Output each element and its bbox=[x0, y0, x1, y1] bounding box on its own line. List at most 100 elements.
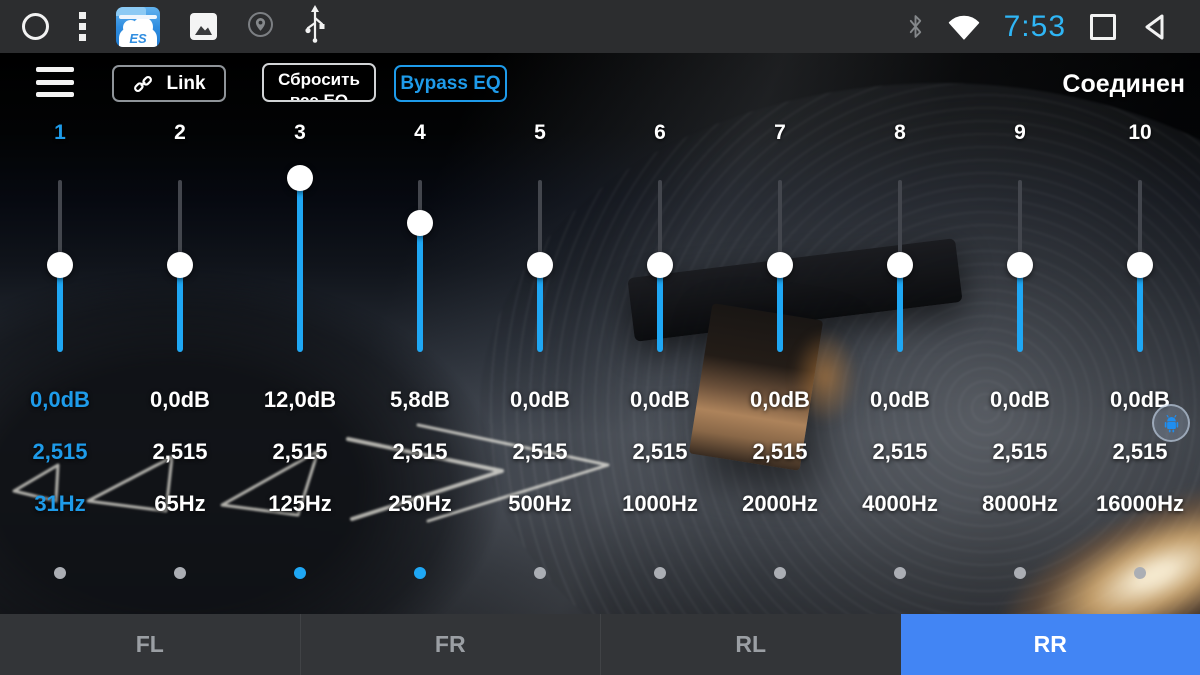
slider-thumb[interactable] bbox=[527, 252, 553, 278]
channel-tab-fr[interactable]: FR bbox=[299, 614, 601, 675]
slider-fill bbox=[1017, 265, 1023, 352]
band-number: 10 bbox=[1128, 121, 1152, 144]
band-gain-value: 5,8dB bbox=[390, 387, 450, 412]
recents-icon[interactable] bbox=[1090, 13, 1116, 40]
band-q-value: 2,515 bbox=[272, 439, 328, 464]
reset-eq-button-label: Сбросить все EQ bbox=[278, 70, 360, 102]
band-slider[interactable] bbox=[407, 180, 433, 352]
band-number: 2 bbox=[174, 121, 186, 144]
usb-icon[interactable] bbox=[304, 3, 326, 50]
band-freq-label: 1000Hz bbox=[622, 491, 698, 516]
slider-thumb[interactable] bbox=[407, 209, 433, 236]
band-slider[interactable] bbox=[1127, 180, 1153, 352]
eq-band: 4 5,8dB 2,515 250Hz bbox=[360, 53, 480, 614]
slider-thumb[interactable] bbox=[1127, 252, 1153, 278]
link-chain-icon bbox=[134, 75, 153, 92]
band-q-value: 2,515 bbox=[152, 439, 208, 464]
band-slider[interactable] bbox=[887, 180, 913, 352]
band-gain-value: 0,0dB bbox=[30, 387, 90, 412]
overflow-icon[interactable] bbox=[79, 12, 86, 41]
es-file-explorer-icon[interactable]: ES bbox=[116, 6, 160, 47]
wifi-icon bbox=[948, 15, 979, 40]
band-q-value: 2,515 bbox=[392, 439, 448, 464]
band-q-value: 2,515 bbox=[1112, 439, 1168, 464]
band-gain-value: 12,0dB bbox=[263, 387, 337, 412]
link-button-label: Link bbox=[166, 72, 206, 94]
slider-thumb[interactable] bbox=[167, 252, 193, 278]
eq-band: 6 0,0dB 2,515 1000Hz bbox=[600, 53, 720, 614]
equalizer-screen: ES 7:53 Link Сбросить все EQ Bypass EQ С… bbox=[0, 0, 1200, 675]
slider-thumb[interactable] bbox=[887, 252, 913, 278]
band-gain-value: 0,0dB bbox=[510, 387, 570, 412]
band-freq-label: 500Hz bbox=[508, 491, 572, 516]
band-number: 9 bbox=[1014, 121, 1026, 144]
band-slider[interactable] bbox=[287, 165, 313, 352]
device-policy-icon[interactable] bbox=[247, 11, 274, 43]
band-freq-label: 16000Hz bbox=[1095, 491, 1185, 516]
slider-fill bbox=[657, 265, 663, 352]
band-dot bbox=[54, 567, 66, 579]
slider-thumb[interactable] bbox=[647, 252, 673, 278]
eq-band: 8 0,0dB 2,515 4000Hz bbox=[840, 53, 960, 614]
band-number: 3 bbox=[294, 121, 306, 144]
bypass-eq-button-label: Bypass EQ bbox=[400, 72, 501, 94]
slider-fill bbox=[537, 265, 543, 352]
back-icon[interactable] bbox=[1140, 12, 1170, 42]
slider-fill bbox=[177, 265, 183, 352]
eq-band: 5 0,0dB 2,515 500Hz bbox=[480, 53, 600, 614]
eq-band: 1 0,0dB 2,515 31Hz bbox=[0, 53, 120, 614]
eq-band: 7 0,0dB 2,515 2000Hz bbox=[720, 53, 840, 614]
band-dot bbox=[534, 567, 546, 579]
band-slider[interactable] bbox=[47, 180, 73, 352]
band-freq-label: 65Hz bbox=[154, 491, 206, 516]
band-freq-label: 8000Hz bbox=[982, 491, 1058, 516]
band-slider[interactable] bbox=[527, 180, 553, 352]
slider-fill bbox=[297, 178, 303, 352]
band-dot bbox=[1014, 567, 1026, 579]
bypass-eq-button[interactable]: Bypass EQ bbox=[394, 65, 507, 102]
band-gain-value: 0,0dB bbox=[870, 387, 930, 412]
home-circle-icon[interactable] bbox=[22, 13, 49, 40]
reset-eq-button[interactable]: Сбросить все EQ bbox=[262, 63, 376, 102]
channel-tab-rl[interactable]: RL bbox=[600, 614, 901, 675]
link-button[interactable]: Link bbox=[112, 65, 226, 102]
channel-tab-rr[interactable]: RR bbox=[900, 614, 1200, 675]
slider-fill bbox=[57, 265, 63, 352]
floating-android-button[interactable] bbox=[1152, 404, 1190, 442]
band-gain-value: 0,0dB bbox=[750, 387, 810, 412]
slider-thumb[interactable] bbox=[767, 252, 793, 278]
band-q-value: 2,515 bbox=[872, 439, 928, 464]
band-number: 7 bbox=[774, 121, 786, 144]
band-slider[interactable] bbox=[167, 180, 193, 352]
menu-button[interactable] bbox=[36, 67, 74, 97]
channel-tab-fl[interactable]: FL bbox=[0, 614, 300, 675]
bluetooth-icon bbox=[909, 15, 921, 38]
status-bar: ES 7:53 bbox=[0, 0, 1200, 53]
gallery-icon[interactable] bbox=[190, 13, 217, 40]
band-dot bbox=[654, 567, 666, 579]
band-slider[interactable] bbox=[767, 180, 793, 352]
band-number: 6 bbox=[654, 121, 666, 144]
band-gain-value: 0,0dB bbox=[990, 387, 1050, 412]
band-dot bbox=[294, 567, 306, 579]
band-gain-value: 0,0dB bbox=[630, 387, 690, 412]
band-slider[interactable] bbox=[1007, 180, 1033, 352]
slider-thumb[interactable] bbox=[287, 165, 313, 191]
band-gain-value: 0,0dB bbox=[150, 387, 210, 412]
band-number: 1 bbox=[54, 121, 66, 144]
slider-thumb[interactable] bbox=[47, 252, 73, 278]
band-q-value: 2,515 bbox=[632, 439, 688, 464]
eq-band: 9 0,0dB 2,515 8000Hz bbox=[960, 53, 1080, 614]
band-number: 8 bbox=[894, 121, 906, 144]
es-logo-text: ES bbox=[129, 30, 147, 46]
band-freq-label: 250Hz bbox=[388, 491, 452, 516]
band-freq-label: 125Hz bbox=[268, 491, 332, 516]
connection-status: Соединен bbox=[1062, 70, 1185, 98]
slider-fill bbox=[777, 265, 783, 352]
band-freq-label: 31Hz bbox=[34, 491, 86, 516]
band-slider[interactable] bbox=[647, 180, 673, 352]
band-dot bbox=[774, 567, 786, 579]
clock: 7:53 bbox=[1003, 9, 1066, 43]
slider-thumb[interactable] bbox=[1007, 252, 1033, 278]
status-bar-right: 7:53 bbox=[907, 10, 1170, 44]
